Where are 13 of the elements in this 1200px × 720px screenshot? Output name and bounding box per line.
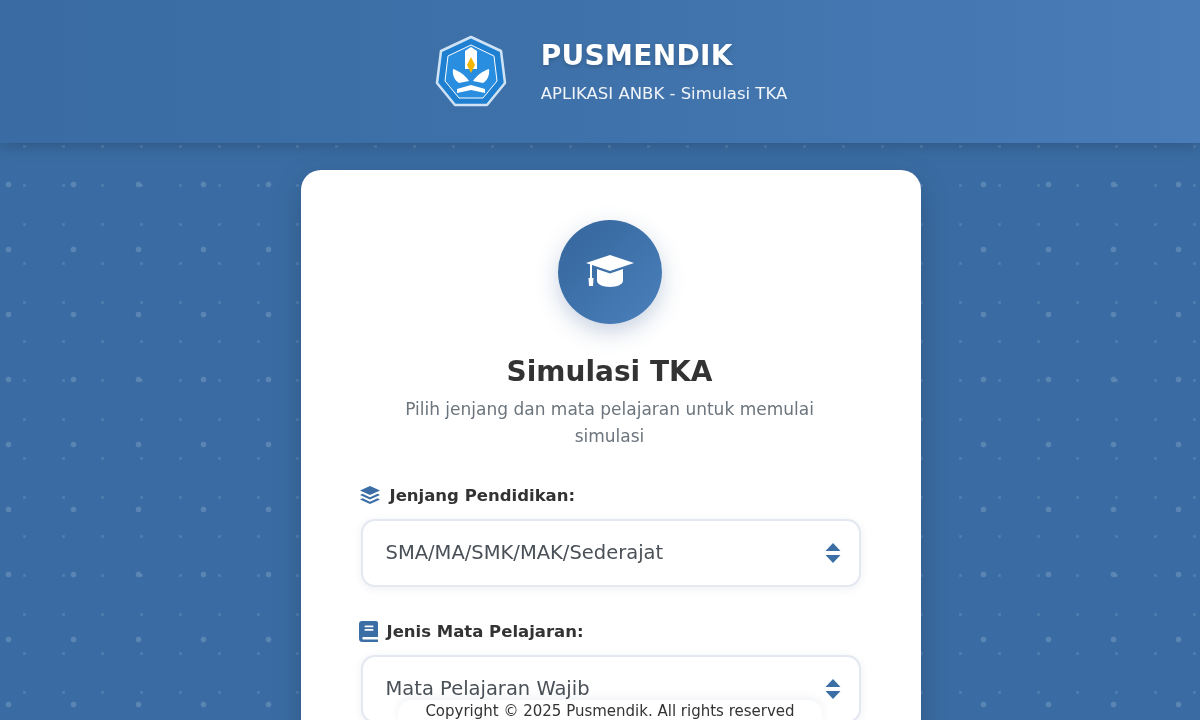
layers-icon [358,484,381,506]
book-icon [358,620,378,642]
card-description: Pilih jenjang dan mata pelajaran untuk memulai simulasi [404,398,815,448]
field-label: Jenjang Pendidikan: [389,485,576,505]
copyright-text: Copyright © 2025 Pusmendik. All rights reserved [425,703,795,720]
app-subtitle: APLIKASI ANBK - Simulasi TKA [540,82,788,105]
sort-icon [824,542,841,564]
logo-icon [434,34,507,109]
card-title: Simulasi TKA [505,354,714,390]
app-title: PUSMENDIK [540,38,734,73]
field-label: Jenis Mata Pelajaran: [386,621,584,641]
sort-icon [824,678,841,700]
select-field[interactable]: SMA/MA/SMK/MAK/Sederajat [360,519,861,587]
